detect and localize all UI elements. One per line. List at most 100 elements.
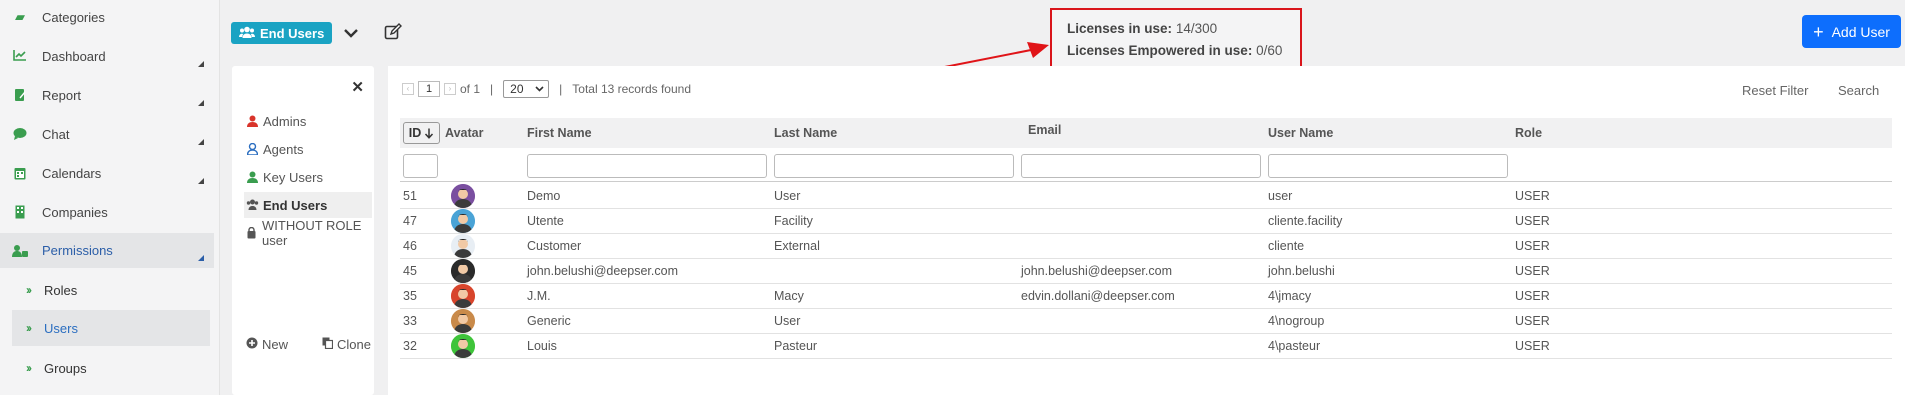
role-filter-panel: ✕ Admins Agents Key Users End Users WITH… xyxy=(232,66,374,395)
double-chevron-right-icon: ›› xyxy=(26,321,32,335)
sidebar-item-calendars[interactable]: Calendars xyxy=(0,156,214,190)
sidebar-subitem-groups[interactable]: ›› Groups xyxy=(12,350,210,386)
collapse-caret-icon xyxy=(198,255,204,261)
column-header-id: ID xyxy=(408,126,422,140)
comment-icon xyxy=(12,127,28,141)
filter-item-admins[interactable]: Admins xyxy=(244,108,372,134)
table-row[interactable]: 46 Customer External cliente USER xyxy=(400,234,1892,259)
table-row[interactable]: 33 Generic User 4\nogroup USER xyxy=(400,309,1892,334)
id-filter-input[interactable] xyxy=(403,154,438,178)
sidebar-subitem-label: Users xyxy=(44,320,78,336)
page-count-label: of 1 xyxy=(460,82,481,96)
folder-open-icon: ▰ xyxy=(15,9,25,24)
page-size-value: 20 xyxy=(510,82,524,96)
sidebar: ▰ Categories Dashboard Report Chat Calen… xyxy=(0,0,220,395)
table-row[interactable]: 45 john.belushi@deepser.com john.belushi@d… xyxy=(400,259,1892,284)
sidebar-item-label: Chat xyxy=(42,126,70,142)
pager: ‹ 1 › of 1 | 20 | Total 13 records found xyxy=(402,80,691,98)
plus-circle-icon xyxy=(246,337,258,352)
records-count-label: Total 13 records found xyxy=(572,82,692,96)
add-user-button[interactable]: + Add User xyxy=(1802,15,1901,48)
cell-last-name: Pasteur xyxy=(774,339,818,353)
edit-icon[interactable] xyxy=(384,23,402,41)
cell-id: 35 xyxy=(403,289,417,303)
cell-last-name: External xyxy=(774,239,820,253)
filter-item-agents[interactable]: Agents xyxy=(244,136,372,162)
filter-row xyxy=(400,148,1892,182)
clone-filter-button[interactable]: Clone xyxy=(322,337,371,352)
sidebar-item-categories[interactable]: ▰ Categories xyxy=(0,0,214,34)
column-header-role[interactable]: Role xyxy=(1515,118,1542,148)
next-page-icon[interactable]: › xyxy=(444,83,456,95)
user-lock-icon xyxy=(246,226,257,239)
search-button[interactable]: Search xyxy=(1838,83,1879,98)
sidebar-item-report[interactable]: Report xyxy=(0,78,214,112)
cell-role: USER xyxy=(1515,314,1550,328)
table-row[interactable]: 47 Utente Facility cliente.facility USER xyxy=(400,209,1892,234)
email-filter-input[interactable] xyxy=(1021,154,1261,178)
cell-first-name: Generic xyxy=(527,314,571,328)
cell-last-name: User xyxy=(774,314,801,328)
page-size-select[interactable]: 20 xyxy=(503,80,550,98)
licenses-empowered-label: Licenses Empowered in use: xyxy=(1067,43,1253,58)
avatar xyxy=(451,209,475,233)
cell-id: 45 xyxy=(403,264,417,278)
cell-id: 47 xyxy=(403,214,417,228)
close-icon[interactable]: ✕ xyxy=(351,78,364,96)
column-header-last-name[interactable]: Last Name xyxy=(774,118,837,148)
avatar xyxy=(451,334,475,358)
sidebar-item-label: Report xyxy=(42,87,82,103)
filter-item-label: Agents xyxy=(263,141,304,157)
cell-role: USER xyxy=(1515,239,1550,253)
column-header-email[interactable]: Email xyxy=(1028,115,1061,145)
plus-icon: + xyxy=(1813,21,1824,42)
reset-filter-button[interactable]: Reset Filter xyxy=(1742,83,1808,98)
licenses-in-use-row: Licenses in use: 14/300 xyxy=(1067,18,1300,40)
last-name-filter-input[interactable] xyxy=(774,154,1014,178)
filter-item-end-users[interactable]: End Users xyxy=(244,192,372,218)
page-input[interactable]: 1 xyxy=(418,81,440,97)
prev-page-icon[interactable]: ‹ xyxy=(402,83,414,95)
sidebar-item-label: Categories xyxy=(42,9,105,25)
view-selector-badge[interactable]: End Users xyxy=(231,22,333,44)
filter-item-key-users[interactable]: Key Users xyxy=(244,164,372,190)
first-name-filter-input[interactable] xyxy=(527,154,767,178)
clone-filter-label: Clone xyxy=(337,337,371,352)
licenses-in-use-value: 14/300 xyxy=(1175,21,1218,36)
sidebar-subitem-users[interactable]: ›› Users xyxy=(12,310,210,346)
double-chevron-right-icon: ›› xyxy=(26,283,32,297)
building-icon xyxy=(12,205,28,219)
licenses-box: Licenses in use: 14/300 Licenses Empower… xyxy=(1050,8,1302,70)
table-row[interactable]: 32 Louis Pasteur 4\pasteur USER xyxy=(400,334,1892,359)
pager-separator: | xyxy=(559,82,563,96)
cell-first-name: Customer xyxy=(527,239,582,253)
cell-role: USER xyxy=(1515,289,1550,303)
users-grid: ‹ 1 › of 1 | 20 | Total 13 records found… xyxy=(388,66,1905,395)
user-name-filter-input[interactable] xyxy=(1268,154,1508,178)
column-header-user-name[interactable]: User Name xyxy=(1268,118,1333,148)
expand-caret-icon xyxy=(198,100,204,106)
sort-by-id-button[interactable]: ID xyxy=(403,122,440,144)
sidebar-item-companies[interactable]: Companies xyxy=(0,195,214,229)
cell-email: edvin.dollani@deepser.com xyxy=(1021,289,1175,303)
sidebar-item-permissions[interactable]: Permissions xyxy=(0,233,214,268)
column-header-first-name[interactable]: First Name xyxy=(527,118,592,148)
cell-user-name: cliente.facility xyxy=(1268,214,1343,228)
sidebar-item-label: Calendars xyxy=(42,165,102,181)
new-filter-button[interactable]: New xyxy=(246,337,288,352)
sidebar-item-chat[interactable]: Chat xyxy=(0,117,214,151)
user-shield-icon xyxy=(246,115,258,127)
table-row[interactable]: 35 J.M. Macy edvin.dollani@deepser.com 4\jma… xyxy=(400,284,1892,309)
table-row[interactable]: 51 Demo User user USER xyxy=(400,184,1892,209)
cell-role: USER xyxy=(1515,264,1550,278)
chevron-down-icon[interactable] xyxy=(343,25,359,41)
filter-item-label: End Users xyxy=(263,197,328,213)
cell-user-name: user xyxy=(1268,189,1293,203)
sidebar-item-dashboard[interactable]: Dashboard xyxy=(0,39,214,73)
sidebar-subitem-roles[interactable]: ›› Roles xyxy=(12,272,210,308)
cell-last-name: Macy xyxy=(774,289,804,303)
filter-item-label: WITHOUT ROLE user xyxy=(262,218,362,248)
cell-email: john.belushi@deepser.com xyxy=(1021,264,1172,278)
filter-item-without-role[interactable]: WITHOUT ROLE user xyxy=(244,218,372,248)
avatar xyxy=(451,184,475,208)
